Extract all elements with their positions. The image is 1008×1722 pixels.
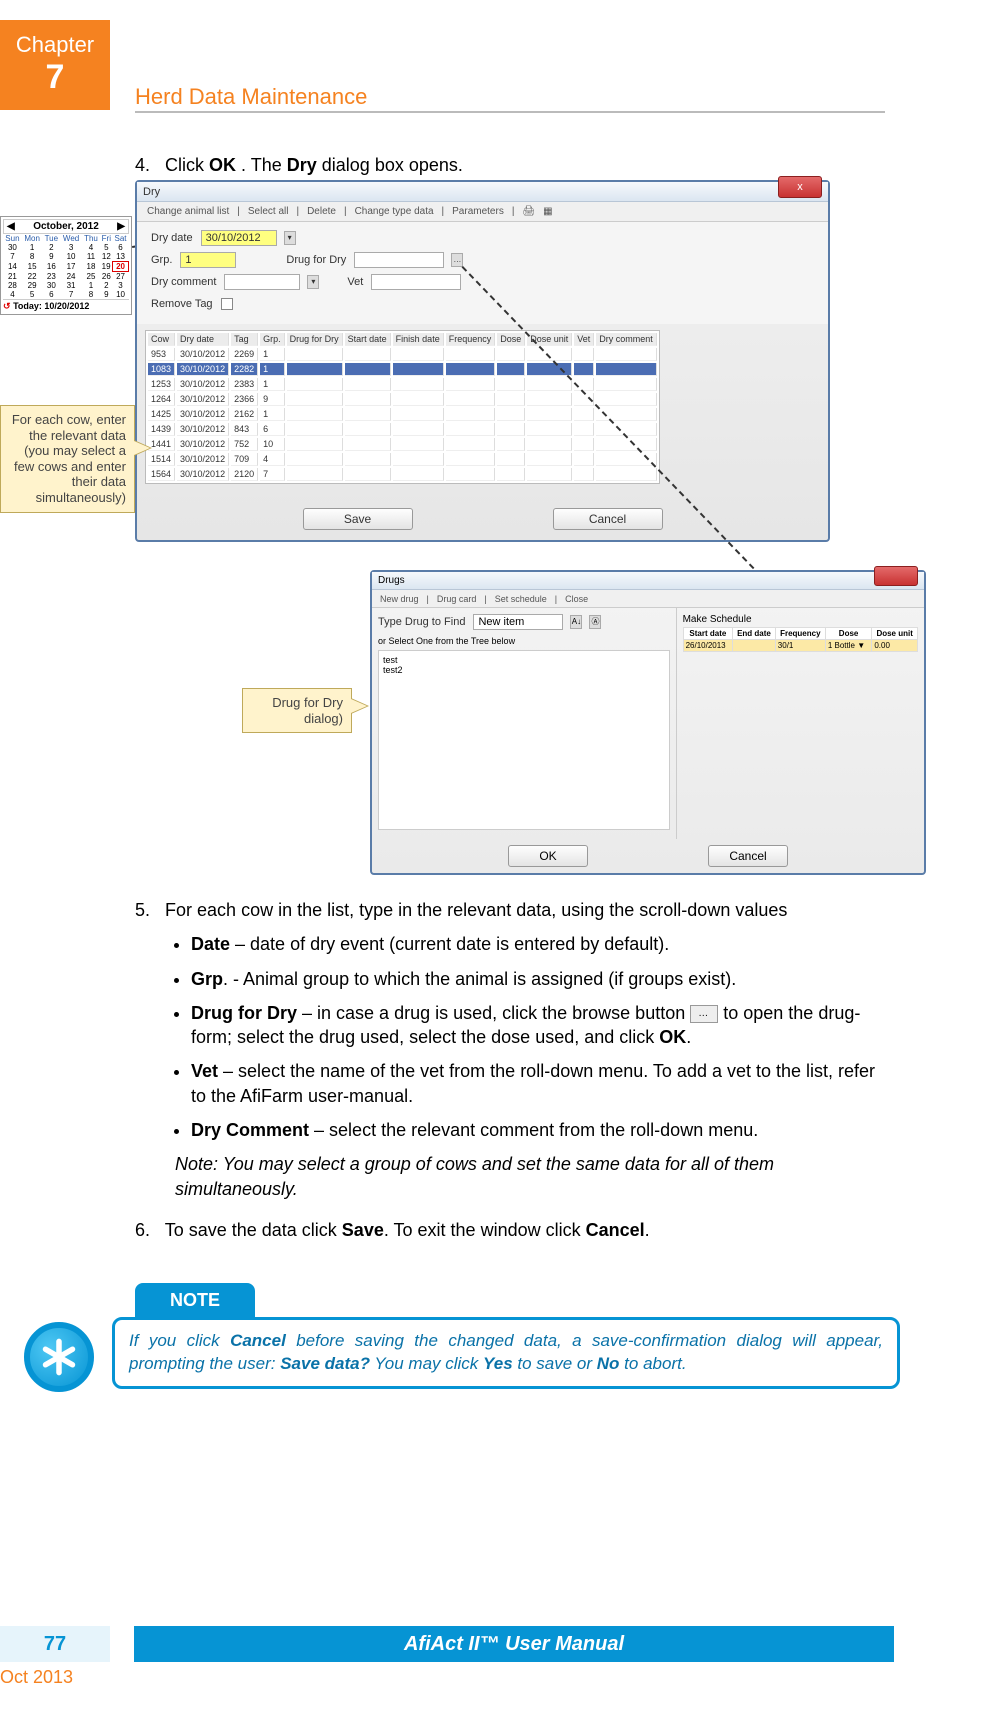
annotation-cows: For each cow, enter the relevant data (y…	[0, 405, 135, 513]
print-icon[interactable]: 🖨	[522, 206, 535, 217]
cancel-button[interactable]: Cancel	[708, 845, 788, 867]
type-drug-input[interactable]: New item	[473, 614, 563, 630]
tree-item[interactable]: test2	[383, 665, 665, 675]
dry-date-input[interactable]: 30/10/2012	[201, 230, 277, 246]
table-row[interactable]: 126430/10/201223669	[148, 393, 657, 406]
dry-dialog-title: Dry	[143, 186, 160, 198]
drug-browse-icon[interactable]: …	[451, 253, 463, 267]
section-underline	[135, 111, 885, 113]
toolbar-new-drug[interactable]: New drug	[380, 594, 419, 604]
dry-dialog: Dry x Change animal list | Select all | …	[135, 180, 830, 542]
toolbar-set-schedule[interactable]: Set schedule	[495, 594, 547, 604]
drug-for-dry-label: Drug for Dry	[286, 254, 346, 266]
note-tab: NOTE	[135, 1283, 255, 1317]
az-sort-icon[interactable]: A↓	[570, 615, 582, 629]
remove-tag-label: Remove Tag	[151, 298, 213, 310]
dry-data-table: CowDry dateTagGrp.Drug for DryStart date…	[145, 330, 660, 484]
table-row[interactable]: 144130/10/201275210	[148, 438, 657, 451]
step4-ok: OK	[209, 155, 236, 175]
annotation-drug: Drug for Dry dialog)	[242, 688, 352, 733]
toolbar-change-animal-list[interactable]: Change animal list	[147, 206, 229, 217]
toolbar-delete[interactable]: Delete	[307, 206, 336, 217]
drugs-dialog-title: Drugs	[378, 575, 405, 586]
footer-date: Oct 2013	[0, 1667, 73, 1688]
calendar-month: October, 2012	[33, 221, 99, 232]
toolbar-parameters[interactable]: Parameters	[452, 206, 504, 217]
dry-comment-label: Dry comment	[151, 276, 216, 288]
step-6: 6. To save the data click Save. To exit …	[135, 1218, 895, 1242]
step4-dry: Dry	[287, 155, 317, 175]
step5-note: Note: You may select a group of cows and…	[175, 1152, 895, 1201]
calendar-today-cell[interactable]: 20	[113, 262, 129, 272]
chapter-tab: Chapter 7	[0, 20, 110, 110]
table-row[interactable]: 108330/10/201222821	[148, 363, 657, 376]
remove-tag-checkbox[interactable]	[221, 298, 233, 310]
table-row[interactable]: 143930/10/20128436	[148, 423, 657, 436]
dry-comment-dropdown-icon[interactable]: ▾	[307, 275, 319, 289]
step5-text: For each cow in the list, type in the re…	[165, 900, 787, 920]
close-button[interactable]	[874, 566, 918, 586]
page-number: 77	[0, 1626, 110, 1662]
dry-comment-input[interactable]	[224, 274, 300, 290]
chapter-label: Chapter	[0, 32, 110, 58]
drug-for-dry-input[interactable]	[354, 252, 444, 268]
step-4: 4. Click OK . The Dry dialog box opens.	[135, 155, 463, 176]
manual-title: AfiAct II™ User Manual	[134, 1626, 894, 1662]
grp-input[interactable]: 1	[180, 252, 236, 268]
calendar-grid: SunMonTueWedThuFriSat 30123456 789101112…	[3, 234, 129, 299]
dry-toolbar: Change animal list | Select all | Delete…	[137, 202, 828, 222]
step4-mid: . The	[241, 155, 287, 175]
tree-item[interactable]: test	[383, 655, 665, 665]
toolbar-select-all[interactable]: Select all	[248, 206, 289, 217]
cal-prev-icon[interactable]: ◀	[7, 221, 15, 232]
dry-date-dropdown-icon[interactable]: ▾	[284, 231, 296, 245]
cal-next-icon[interactable]: ▶	[117, 221, 125, 232]
schedule-table: Start dateEnd dateFrequencyDoseDose unit…	[683, 627, 918, 652]
step6-num: 6.	[135, 1220, 150, 1240]
footer: 77 AfiAct II™ User Manual	[0, 1626, 1008, 1662]
chapter-number: 7	[0, 58, 110, 97]
save-button[interactable]: Save	[303, 508, 413, 530]
step-5: 5. For each cow in the list, type in the…	[135, 898, 895, 1201]
step4-num: 4.	[135, 155, 150, 175]
table-row[interactable]: 95330/10/201222691	[148, 348, 657, 361]
table-row[interactable]: 151430/10/20127094	[148, 453, 657, 466]
annotation-drug-arrow-icon	[351, 698, 369, 714]
toolbar-drug-card[interactable]: Drug card	[437, 594, 477, 604]
step4-pre: Click	[165, 155, 209, 175]
ok-button[interactable]: OK	[508, 845, 588, 867]
cancel-button[interactable]: Cancel	[553, 508, 663, 530]
vet-label: Vet	[347, 276, 363, 288]
close-button[interactable]: x	[778, 176, 822, 198]
or-select-label: or Select One from the Tree below	[378, 636, 670, 646]
schedule-row[interactable]: 26/10/2013 30/1 1 Bottle ▼ 0.00	[683, 640, 917, 652]
calendar-popup: ◀ October, 2012 ▶ SunMonTueWedThuFriSat …	[0, 216, 132, 315]
schedule-label: Make Schedule	[683, 614, 918, 625]
drugs-dialog: Drugs New drug| Drug card| Set schedule|…	[370, 570, 926, 875]
browse-button-icon: …	[690, 1005, 718, 1023]
table-row[interactable]: 156430/10/201221207	[148, 468, 657, 481]
asterisk-icon	[24, 1322, 94, 1392]
toolbar-change-type-data[interactable]: Change type data	[355, 206, 434, 217]
step4-post: dialog box opens.	[322, 155, 463, 175]
calendar-today-label[interactable]: Today: 10/20/2012	[13, 301, 89, 311]
dry-date-label: Dry date	[151, 232, 193, 244]
abc-icon[interactable]: Ⓐ	[589, 615, 601, 629]
toolbar-close[interactable]: Close	[565, 594, 588, 604]
type-drug-label: Type Drug to Find	[378, 616, 465, 628]
section-title: Herd Data Maintenance	[135, 84, 367, 110]
export-icon[interactable]: ▦	[543, 206, 552, 217]
annotation-cows-arrow-icon	[134, 440, 152, 456]
step5-num: 5.	[135, 900, 150, 920]
table-row[interactable]: 142530/10/201221621	[148, 408, 657, 421]
grp-label: Grp.	[151, 254, 172, 266]
note-box: If you click Cancel before saving the ch…	[112, 1317, 900, 1389]
vet-input[interactable]	[371, 274, 461, 290]
